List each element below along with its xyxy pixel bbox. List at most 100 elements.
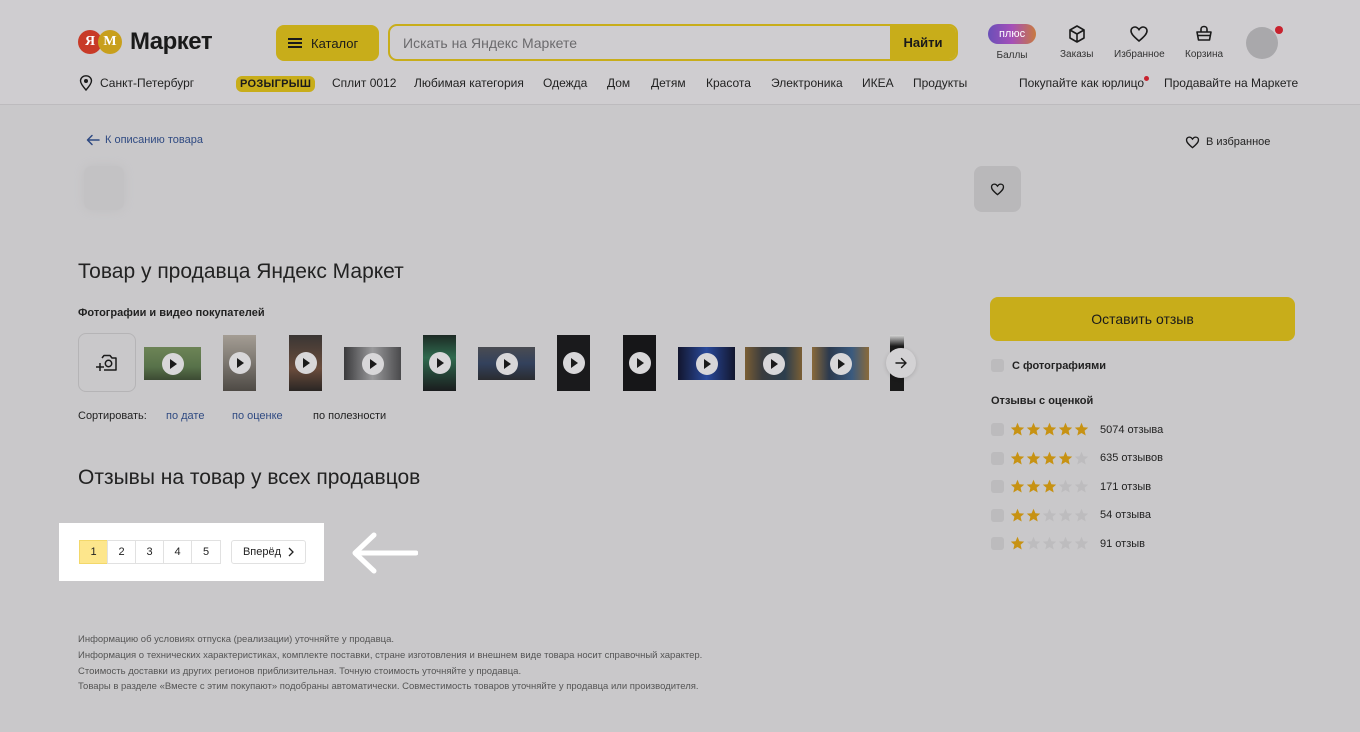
nav-item-home[interactable]: Дом [607, 76, 630, 90]
catalog-button[interactable]: Каталог [276, 25, 379, 61]
star-icon [1058, 479, 1073, 493]
star-icon [1010, 422, 1025, 436]
search-input[interactable] [390, 26, 890, 59]
nav-item-electronics[interactable]: Электроника [771, 76, 843, 90]
star-icon [1074, 508, 1089, 521]
review-video-thumbnail[interactable] [478, 347, 535, 380]
review-video-thumbnail[interactable] [223, 335, 256, 391]
rating-count: 54 отзыва [1100, 509, 1151, 521]
page-button-2[interactable]: 2 [107, 540, 136, 564]
page-button-5[interactable]: 5 [191, 540, 221, 564]
location-pin-icon [79, 75, 93, 91]
review-video-thumbnail[interactable] [557, 335, 590, 391]
rating-filter-row[interactable]: 171 отзыв [991, 479, 1191, 494]
star-icon [1010, 508, 1025, 521]
rating-stars [1010, 451, 1089, 466]
leave-review-button[interactable]: Оставить отзыв [990, 297, 1295, 341]
star-icon [1042, 536, 1057, 550]
star-icon [1058, 451, 1073, 464]
menu-icon [288, 38, 302, 48]
nav-item-groceries[interactable]: Продукты [913, 76, 967, 90]
avatar[interactable] [1246, 27, 1278, 59]
nav-item-split[interactable]: Сплит 0012 [332, 76, 396, 90]
star-icon [1026, 536, 1041, 550]
nav-item-clothes[interactable]: Одежда [543, 76, 587, 90]
star-icon [1026, 451, 1041, 464]
sort-by-rating[interactable]: по оценке [232, 410, 283, 422]
nav-item-beauty[interactable]: Красота [706, 76, 751, 90]
business-buyer-link[interactable]: Покупайте как юрлицо [1019, 76, 1144, 90]
play-icon [562, 352, 585, 374]
star-icon [1074, 451, 1089, 464]
with-photos-filter[interactable]: С фотографиями [991, 359, 1106, 372]
market-logo[interactable]: Я M Маркет [78, 28, 213, 56]
back-to-description-link[interactable]: К описанию товара [86, 134, 203, 146]
rating-filter-row[interactable]: 5074 отзыва [991, 422, 1191, 437]
orders-button[interactable]: Заказы [1060, 24, 1093, 60]
nav-item-ikea[interactable]: ИКЕА [862, 76, 894, 90]
play-icon [628, 352, 651, 374]
add-to-favorites-link[interactable]: В избранное [1185, 135, 1270, 149]
rating-count: 5074 отзыва [1100, 423, 1164, 436]
add-photo-button[interactable] [78, 333, 136, 392]
arrow-left-icon [86, 134, 100, 146]
review-video-thumbnail[interactable] [344, 347, 401, 380]
page-button-4[interactable]: 4 [163, 540, 192, 564]
review-video-thumbnail[interactable] [812, 347, 869, 380]
rating-stars [1010, 479, 1089, 494]
rating-checkbox[interactable] [991, 423, 1004, 436]
arrow-left-icon [352, 532, 418, 574]
review-video-thumbnail[interactable] [289, 335, 322, 391]
business-buyer-dot [1144, 76, 1149, 81]
rating-stars [1010, 508, 1089, 523]
rating-count: 635 отзывов [1100, 452, 1163, 464]
rating-checkbox[interactable] [991, 480, 1004, 493]
sort-by-date[interactable]: по дате [166, 410, 204, 422]
favorite-toggle-button[interactable] [974, 166, 1021, 212]
rating-filter-row[interactable]: 54 отзыва [991, 508, 1191, 523]
star-icon [1058, 422, 1073, 436]
search-button[interactable]: Найти [890, 26, 956, 59]
rating-checkbox[interactable] [991, 508, 1004, 522]
plus-badge: плюс [988, 24, 1036, 44]
chevron-right-icon [288, 547, 294, 557]
ratings-heading: Отзывы с оценкой [991, 395, 1094, 407]
play-icon [829, 352, 852, 375]
rating-filter-row[interactable]: 91 отзыв [991, 536, 1191, 551]
box-icon [1068, 25, 1085, 43]
star-icon [1074, 536, 1089, 550]
cart-button[interactable]: Корзина [1185, 24, 1223, 60]
rating-checkbox[interactable] [991, 537, 1004, 550]
star-icon [1026, 479, 1041, 493]
with-photos-checkbox[interactable] [991, 359, 1004, 372]
points-button[interactable]: плюс Баллы [988, 24, 1036, 61]
rating-checkbox[interactable] [991, 451, 1004, 465]
review-video-thumbnail[interactable] [678, 347, 735, 380]
notification-dot [1275, 26, 1283, 34]
location-selector[interactable]: Санкт-Петербург [79, 75, 194, 91]
with-photos-label: С фотографиями [1012, 359, 1107, 372]
page-button-1[interactable]: 1 [79, 540, 108, 564]
play-icon [762, 352, 785, 375]
sell-on-market-link[interactable]: Продавайте на Маркете [1164, 76, 1298, 90]
favorites-button[interactable]: Избранное [1114, 24, 1165, 60]
product-thumbnail[interactable] [84, 166, 124, 210]
carousel-next-button[interactable] [886, 348, 916, 378]
rating-filter-row[interactable]: 635 отзывов [991, 451, 1191, 466]
review-video-thumbnail[interactable] [423, 335, 456, 391]
heart-icon [990, 183, 1005, 196]
review-video-thumbnail[interactable] [745, 347, 802, 380]
disclaimer-line: Стоимость доставки из других регионов пр… [78, 666, 522, 677]
promo-giveaway[interactable]: РОЗЫГРЫШ [236, 76, 316, 92]
page-button-3[interactable]: 3 [135, 540, 164, 564]
nav-item-kids[interactable]: Детям [651, 76, 686, 90]
review-video-thumbnail[interactable] [144, 347, 201, 380]
nav-item-favorite-category[interactable]: Любимая категория [414, 76, 524, 90]
star-icon [1042, 479, 1057, 493]
back-link-label: К описанию товара [105, 134, 203, 146]
next-page-button[interactable]: Вперёд [231, 540, 306, 564]
review-video-thumbnail[interactable] [623, 335, 656, 391]
next-page-label: Вперёд [242, 546, 282, 558]
sort-by-usefulness[interactable]: по полезности [313, 410, 386, 422]
rating-stars [1010, 536, 1089, 551]
